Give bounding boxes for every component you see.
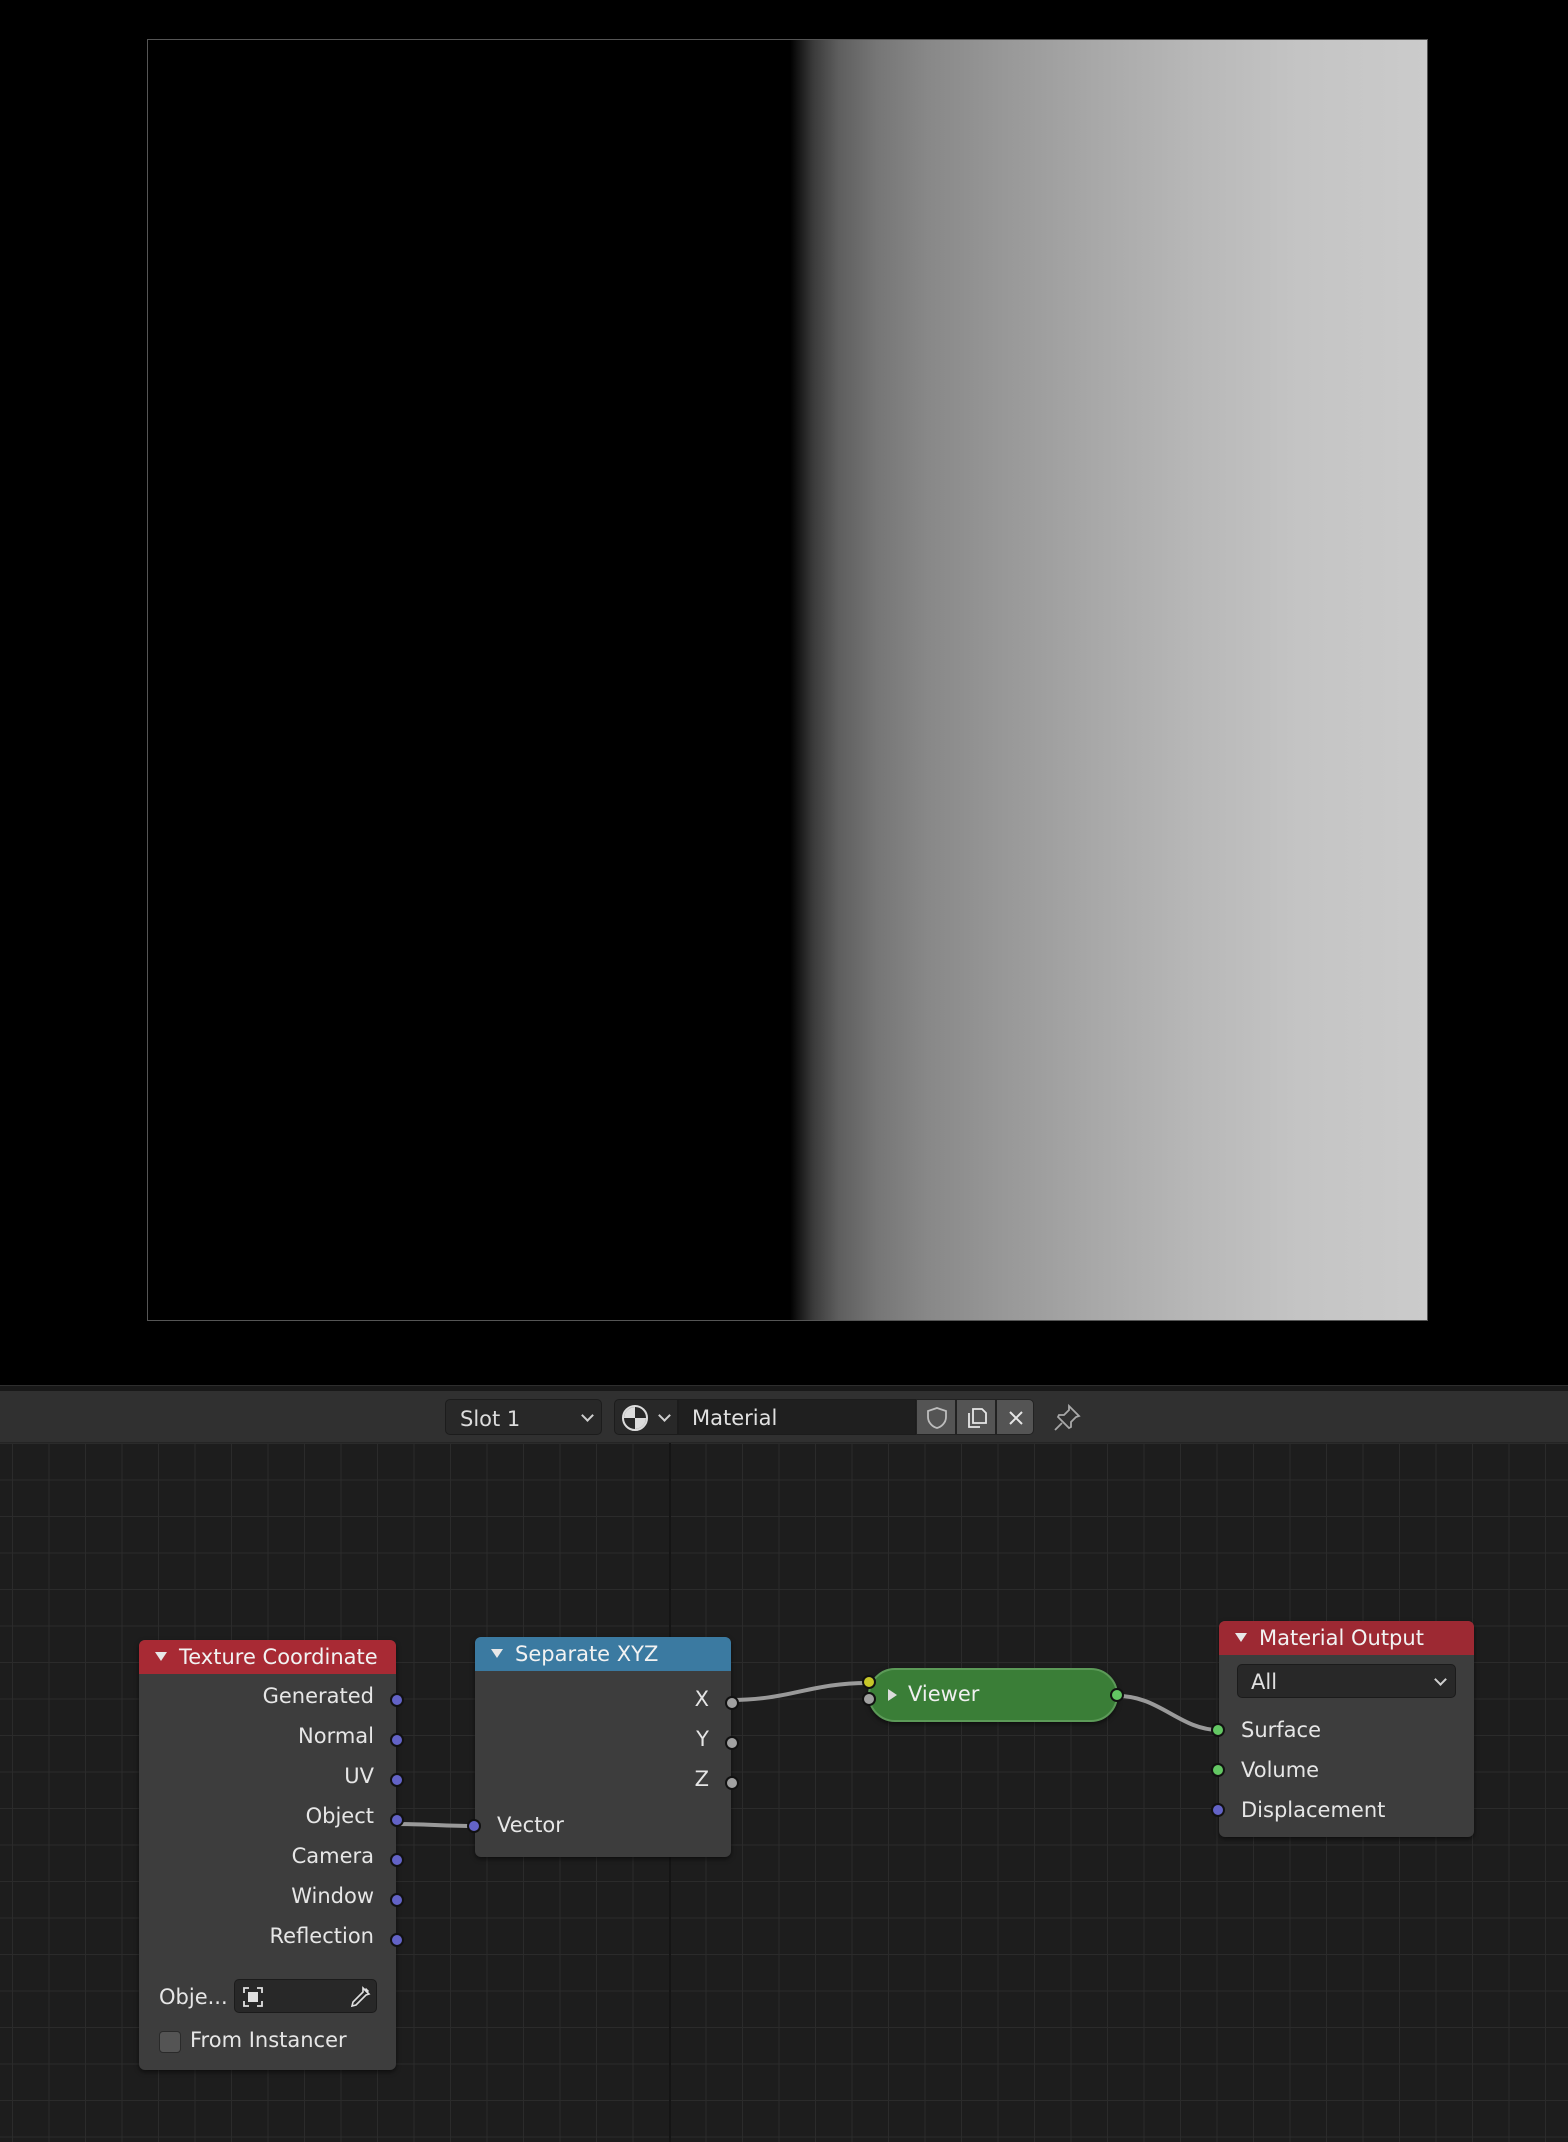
viewer-node[interactable]: Viewer: [862, 1668, 1124, 1722]
from-instancer-checkbox[interactable]: [159, 2031, 181, 2053]
material-name-text: Material: [692, 1406, 778, 1430]
socket-viewer-geometry-input[interactable]: [862, 1692, 876, 1706]
output-window: Window: [291, 1884, 374, 1908]
output-y: Y: [696, 1727, 709, 1751]
output-normal: Normal: [298, 1724, 374, 1748]
node-editor-canvas[interactable]: Texture Coordinate Generated Normal UV O…: [0, 1443, 1568, 2142]
output-reflection: Reflection: [269, 1924, 375, 1948]
collapse-triangle-icon[interactable]: [1235, 1633, 1247, 1642]
link-viewer-to-surface: [1117, 1694, 1220, 1732]
output-x: X: [694, 1687, 709, 1711]
socket-displacement[interactable]: [1211, 1803, 1225, 1817]
socket-x[interactable]: [725, 1696, 739, 1710]
socket-uv[interactable]: [390, 1773, 404, 1787]
material-output-node[interactable]: Material Output All Surface Volume Displ…: [1211, 1621, 1474, 1837]
output-object: Object: [305, 1804, 374, 1828]
browse-material-button[interactable]: [614, 1399, 678, 1435]
socket-reflection[interactable]: [390, 1933, 404, 1947]
chevron-down-icon: [1434, 1673, 1447, 1686]
socket-camera[interactable]: [390, 1853, 404, 1867]
node-title: Texture Coordinate: [179, 1645, 378, 1669]
slot-dropdown[interactable]: Slot 1: [445, 1399, 602, 1435]
output-generated: Generated: [262, 1684, 374, 1708]
object-field-label: Obje...: [159, 1985, 228, 2009]
input-vector: Vector: [497, 1813, 564, 1837]
node-title: Viewer: [908, 1682, 980, 1706]
socket-normal[interactable]: [390, 1733, 404, 1747]
node-title: Material Output: [1259, 1626, 1424, 1650]
material-ball-icon: [622, 1405, 648, 1431]
fake-user-button[interactable]: [916, 1399, 956, 1435]
pin-button[interactable]: [1050, 1401, 1084, 1435]
object-picker-field[interactable]: [234, 1979, 377, 2013]
socket-surface[interactable]: [1211, 1723, 1225, 1737]
shield-icon: [927, 1407, 947, 1429]
separate-xyz-node[interactable]: Separate XYZ X Y Z Vector: [467, 1637, 739, 1857]
render-target-dropdown[interactable]: All: [1237, 1664, 1456, 1698]
material-name-field[interactable]: Material: [678, 1399, 916, 1435]
node-header[interactable]: Separate XYZ: [475, 1637, 731, 1671]
socket-z[interactable]: [725, 1776, 739, 1790]
duplicate-icon: [968, 1408, 987, 1428]
output-uv: UV: [344, 1764, 374, 1788]
node-title: Separate XYZ: [515, 1642, 659, 1666]
output-z: Z: [694, 1767, 709, 1791]
close-icon: [1009, 1411, 1023, 1425]
shader-editor-header: Slot 1 Material: [0, 1391, 1568, 1443]
link-x-to-viewer: [730, 1681, 869, 1702]
unlink-material-button[interactable]: [996, 1399, 1034, 1435]
socket-generated[interactable]: [390, 1693, 404, 1707]
collapse-triangle-icon[interactable]: [155, 1652, 167, 1661]
link-object-to-vector: [394, 1822, 477, 1828]
node-header[interactable]: Material Output: [1219, 1621, 1474, 1655]
slot-dropdown-label: Slot 1: [460, 1407, 521, 1431]
socket-window[interactable]: [390, 1893, 404, 1907]
viewport-render-area[interactable]: [0, 0, 1568, 1385]
socket-object[interactable]: [390, 1813, 404, 1827]
socket-volume[interactable]: [1211, 1763, 1225, 1777]
node-header[interactable]: Texture Coordinate: [139, 1640, 396, 1674]
pin-icon: [1054, 1403, 1081, 1431]
object-bounds-icon: [243, 1987, 263, 2007]
eyedropper-icon[interactable]: [348, 1985, 372, 2009]
socket-viewer-output[interactable]: [1110, 1688, 1124, 1702]
input-surface: Surface: [1241, 1718, 1322, 1742]
from-instancer-label: From Instancer: [190, 2028, 347, 2052]
render-preview: [147, 39, 1428, 1321]
new-material-button[interactable]: [956, 1399, 996, 1435]
socket-vector-input[interactable]: [467, 1819, 481, 1833]
socket-y[interactable]: [725, 1736, 739, 1750]
output-camera: Camera: [291, 1844, 374, 1868]
input-displacement: Displacement: [1241, 1798, 1386, 1822]
chevron-down-icon: [581, 1409, 594, 1422]
input-volume: Volume: [1241, 1758, 1320, 1782]
render-target-value: All: [1251, 1670, 1278, 1694]
socket-viewer-value-input[interactable]: [862, 1675, 876, 1689]
texture-coordinate-node[interactable]: Texture Coordinate Generated Normal UV O…: [139, 1640, 404, 2070]
expand-triangle-icon[interactable]: [888, 1689, 897, 1701]
chevron-down-icon: [658, 1409, 671, 1422]
collapse-triangle-icon[interactable]: [491, 1649, 503, 1658]
